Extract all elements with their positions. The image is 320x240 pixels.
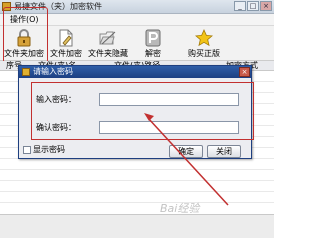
watermark: Bai经验 xyxy=(160,202,200,215)
show-password-label[interactable]: 显示密码 xyxy=(33,144,65,155)
buy-full-version-label: 购买正版 xyxy=(188,49,220,58)
dialog-close-icon[interactable]: × xyxy=(239,67,250,77)
dialog-title-bar: 请输入密码 × xyxy=(19,66,251,78)
buy-full-version-button[interactable]: 购买正版 xyxy=(180,26,228,60)
decrypt-button[interactable]: 解密 xyxy=(138,26,168,60)
ok-button[interactable]: 确定 xyxy=(169,145,203,158)
folder-hide-label: 文件夹隐藏 xyxy=(88,49,128,58)
maximize-button[interactable]: □ xyxy=(247,1,259,11)
dialog-app-icon xyxy=(22,68,30,76)
show-password-checkbox[interactable] xyxy=(23,146,31,154)
confirm-password-label: 确认密码： xyxy=(36,123,76,132)
folder-hide-button[interactable]: 文件夹隐藏 xyxy=(86,26,130,60)
password-input[interactable] xyxy=(99,93,239,106)
file-encrypt-label: 文件加密 xyxy=(50,49,82,58)
close-button[interactable]: 关闭 xyxy=(207,145,241,158)
status-bar xyxy=(0,214,274,238)
star-icon xyxy=(195,29,213,47)
decrypt-label: 解密 xyxy=(145,49,161,58)
password-label: 输入密码： xyxy=(36,95,76,104)
dialog-title: 请输入密码 xyxy=(33,67,73,76)
minimize-button[interactable]: _ xyxy=(234,1,246,11)
folder-hide-icon xyxy=(99,31,116,45)
close-window-button[interactable]: × xyxy=(260,1,272,11)
file-encrypt-button[interactable]: 文件加密 xyxy=(48,26,84,60)
annotation-highlight-box xyxy=(3,7,48,63)
decrypt-p-icon xyxy=(145,29,161,47)
file-pencil-icon xyxy=(59,29,73,47)
confirm-password-input[interactable] xyxy=(99,121,239,134)
password-dialog: 请输入密码 × 输入密码： 确认密码： 显示密码 确定 关闭 xyxy=(18,65,254,159)
